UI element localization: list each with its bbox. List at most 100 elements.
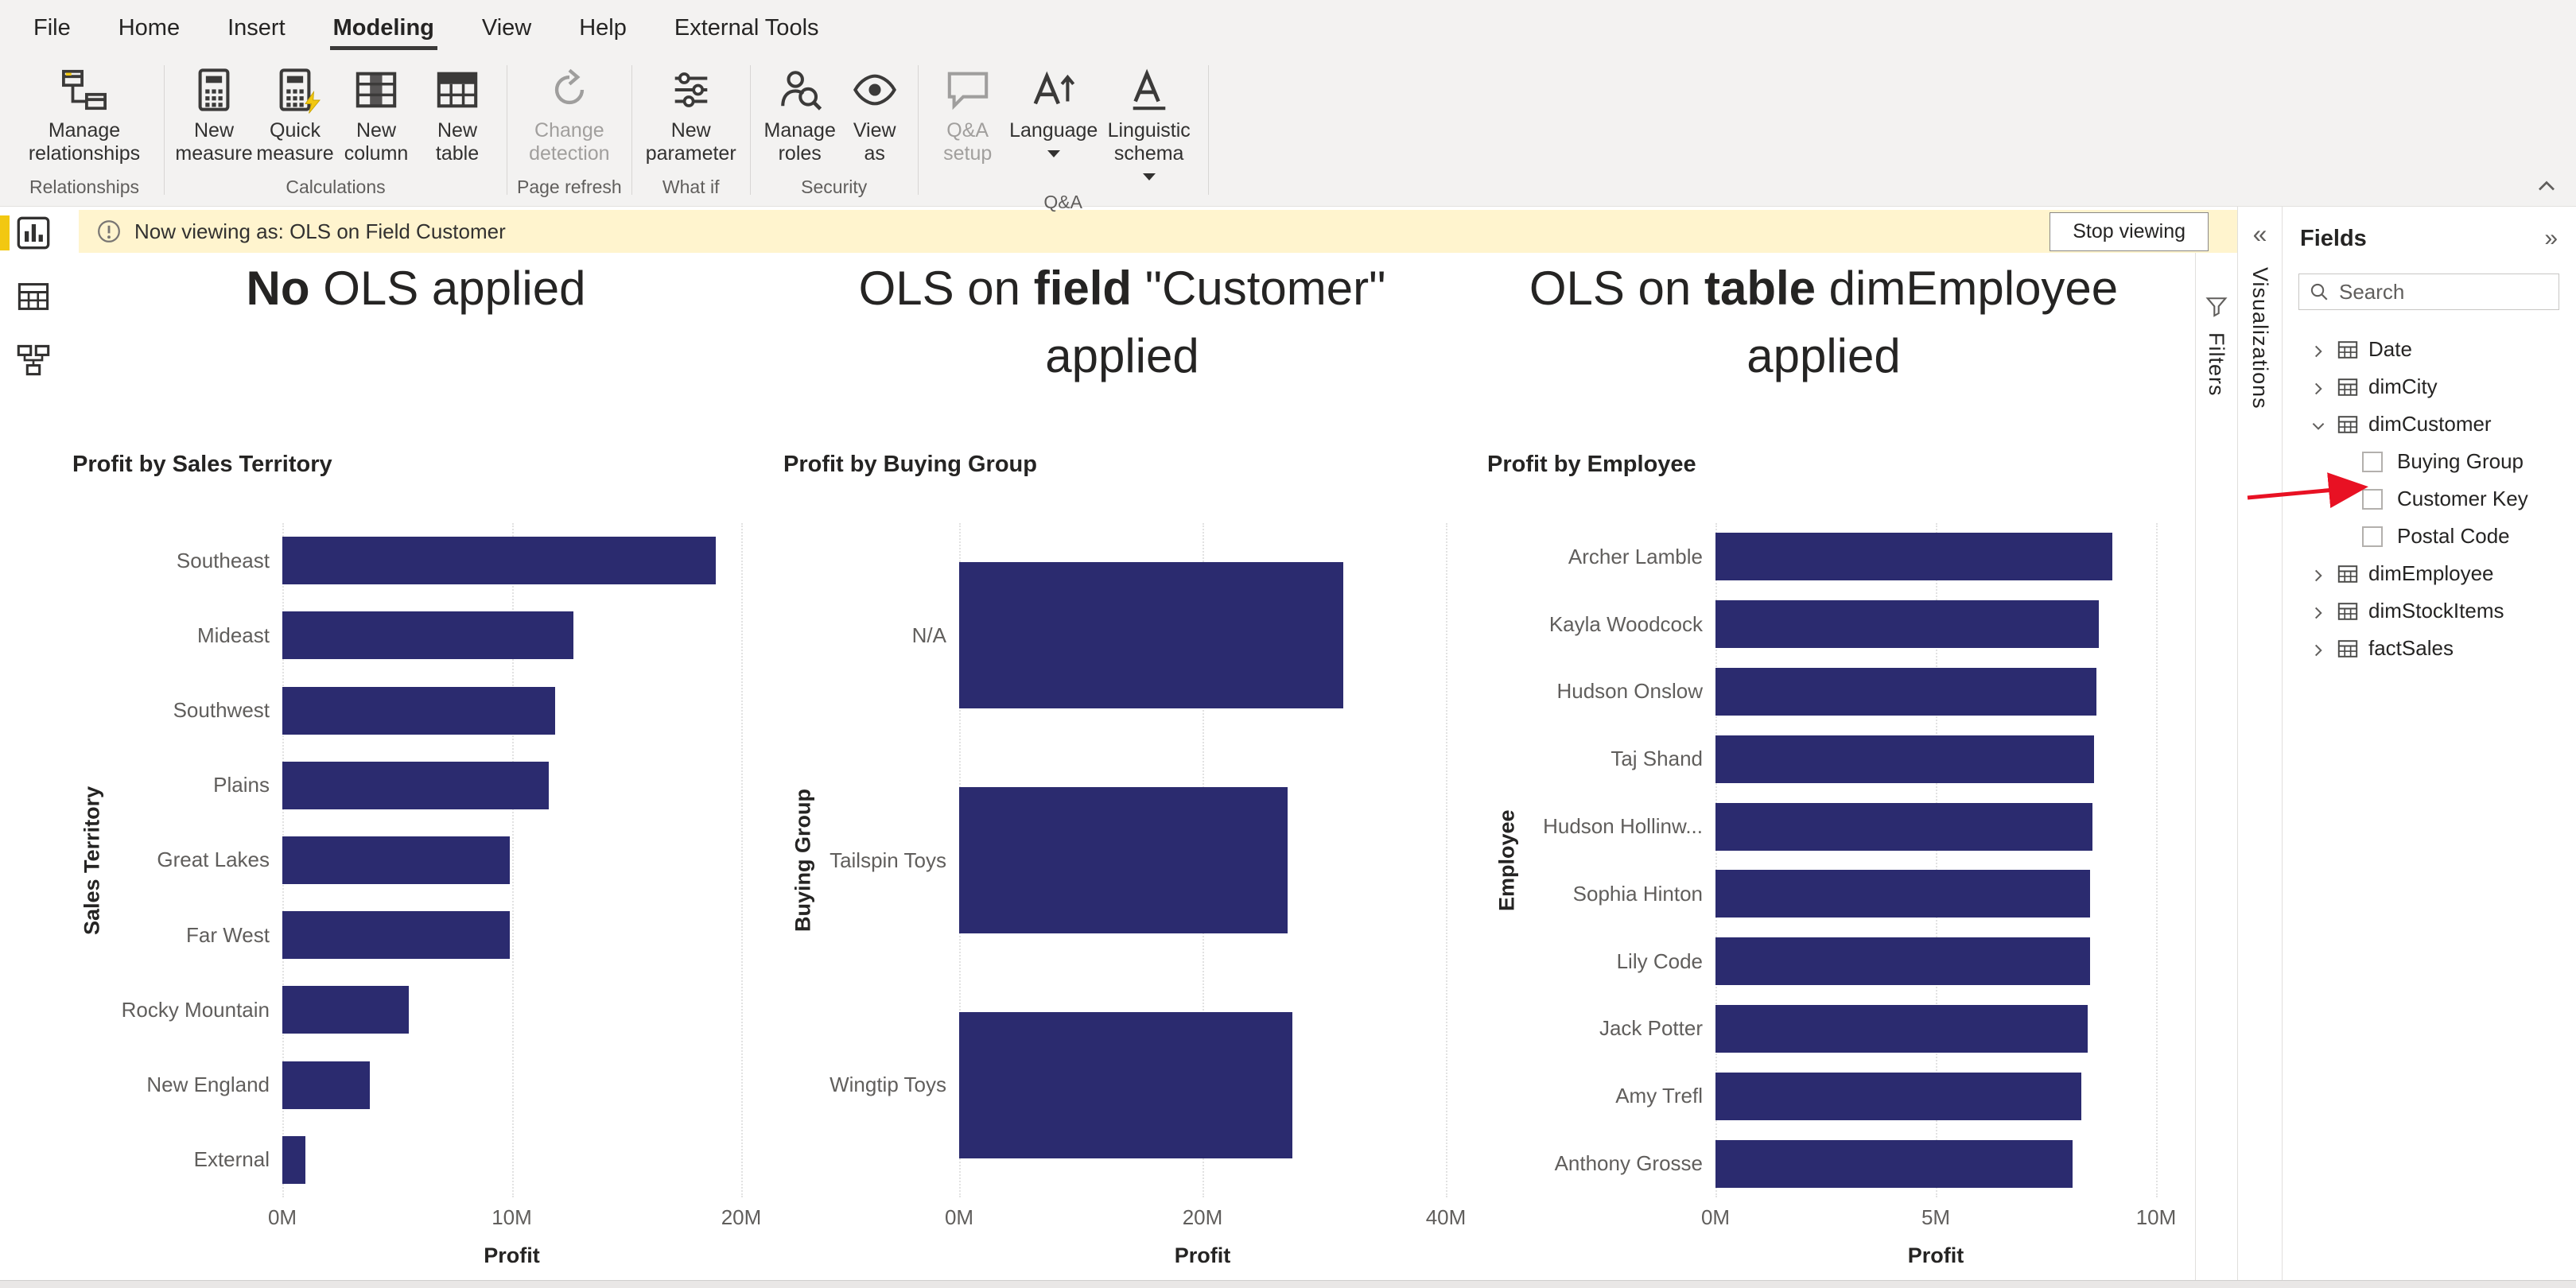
- report-view-icon[interactable]: [16, 215, 51, 250]
- field-table-dimstockitems[interactable]: dimStockItems: [2283, 592, 2575, 630]
- field-table-dimemployee[interactable]: dimEmployee: [2283, 555, 2575, 592]
- collapse-ribbon-icon[interactable]: [2535, 174, 2559, 198]
- bar-external[interactable]: [282, 1136, 305, 1184]
- bar-n-a[interactable]: [959, 562, 1343, 708]
- field-label: dimCustomer: [2368, 412, 2492, 436]
- stop-viewing-button[interactable]: Stop viewing: [2050, 212, 2209, 251]
- checkbox[interactable]: [2362, 526, 2383, 547]
- funnel-icon: [2205, 294, 2228, 318]
- bar-hudson-onslow[interactable]: [1715, 668, 2096, 716]
- bar-amy-trefl[interactable]: [1715, 1073, 2081, 1120]
- plot-row: [1715, 725, 2156, 793]
- manage-roles-icon: [777, 67, 823, 113]
- filters-pane-collapsed[interactable]: Filters: [2195, 253, 2236, 1280]
- bar-chart-profit-by-employee[interactable]: Profit by Employee Employee Archer Lambl…: [1487, 452, 2156, 1268]
- field-table-dimcity[interactable]: dimCity: [2283, 368, 2575, 405]
- x-tick-label: 0M: [268, 1205, 297, 1230]
- visualizations-pane-label: Visualizations: [2248, 267, 2272, 409]
- bar-chart-profit-by-sales-territory[interactable]: Profit by Sales Territory Sales Territor…: [72, 452, 741, 1268]
- plot-row: [1715, 1062, 2156, 1130]
- bar-plains[interactable]: [282, 762, 549, 809]
- ribbon-group-calculations: New measure Quick measure New column New…: [165, 56, 507, 206]
- field-customer-key[interactable]: Customer Key: [2283, 480, 2575, 518]
- new-measure-button[interactable]: New measure: [174, 62, 254, 170]
- menu-item-view[interactable]: View: [458, 0, 555, 56]
- new-column-button[interactable]: New column: [336, 62, 416, 170]
- bar-mideast[interactable]: [282, 611, 573, 659]
- bar-far-west[interactable]: [282, 911, 510, 959]
- bar-archer-lamble[interactable]: [1715, 533, 2112, 580]
- bar-tailspin-toys[interactable]: [959, 787, 1288, 933]
- ribbon-group-label: Calculations: [286, 170, 385, 206]
- chevron-right-icon[interactable]: [2310, 565, 2327, 583]
- view-as-button[interactable]: View as: [841, 62, 908, 170]
- fields-search[interactable]: [2298, 274, 2559, 310]
- plot-row: [1715, 860, 2156, 928]
- checkbox[interactable]: [2362, 452, 2383, 472]
- chevron-right-icon[interactable]: [2310, 603, 2327, 620]
- bar-southeast[interactable]: [282, 537, 716, 584]
- bar-rocky-mountain[interactable]: [282, 986, 409, 1034]
- language-button[interactable]: Language: [1009, 62, 1098, 162]
- field-buying-group[interactable]: Buying Group: [2283, 443, 2575, 480]
- chevron-down-icon[interactable]: [2310, 416, 2327, 433]
- chevron-right-icon[interactable]: [2310, 341, 2327, 359]
- new-table-button[interactable]: New table: [418, 62, 497, 170]
- bar-kayla-woodcock[interactable]: [1715, 600, 2099, 648]
- expand-pane-icon[interactable]: «: [2253, 221, 2267, 246]
- bar-great-lakes[interactable]: [282, 836, 510, 884]
- collapse-pane-icon[interactable]: »: [2544, 227, 2558, 250]
- field-label: dimEmployee: [2368, 561, 2494, 586]
- data-view-icon[interactable]: [16, 279, 51, 314]
- bar-taj-shand[interactable]: [1715, 735, 2094, 783]
- field-postal-code[interactable]: Postal Code: [2283, 518, 2575, 555]
- bar-anthony-grosse[interactable]: [1715, 1140, 2073, 1188]
- bar-sophia-hinton[interactable]: [1715, 870, 2090, 918]
- menu-item-insert[interactable]: Insert: [204, 0, 309, 56]
- chevron-right-icon[interactable]: [2310, 640, 2327, 658]
- bar-southwest[interactable]: [282, 687, 555, 735]
- bar-new-england[interactable]: [282, 1061, 370, 1109]
- bar-lily-code[interactable]: [1715, 937, 2090, 985]
- visualizations-pane-collapsed[interactable]: « Visualizations: [2237, 207, 2282, 1280]
- plot-row: [1715, 1130, 2156, 1197]
- field-table-date[interactable]: Date: [2283, 331, 2575, 368]
- category-label: Mideast: [112, 598, 282, 673]
- quick-measure-button[interactable]: Quick measure: [255, 62, 335, 170]
- menu-item-home[interactable]: Home: [95, 0, 204, 56]
- ribbon: Manage relationships Relationships New m…: [0, 56, 2576, 207]
- bar-jack-potter[interactable]: [1715, 1005, 2088, 1053]
- plot-row: [959, 748, 1446, 973]
- model-view-icon[interactable]: [16, 343, 51, 378]
- linguistic-schema-button[interactable]: Linguistic schema: [1100, 62, 1199, 185]
- bar-hudson-hollinw-[interactable]: [1715, 803, 2092, 851]
- plot-row: [1715, 995, 2156, 1063]
- plot-row: [282, 1123, 741, 1197]
- search-input[interactable]: [2337, 279, 2549, 305]
- x-tick-label: 0M: [1701, 1205, 1730, 1230]
- bar-chart-profit-by-buying-group[interactable]: Profit by Buying Group Buying Group N/AT…: [783, 452, 1446, 1268]
- textbox-no-ols: No OLS applied: [98, 254, 734, 322]
- category-label: Southwest: [112, 673, 282, 747]
- manage-roles-button[interactable]: Manage roles: [760, 62, 840, 170]
- field-table-factsales[interactable]: factSales: [2283, 630, 2575, 667]
- table-icon: [2337, 376, 2359, 398]
- bar-wingtip-toys[interactable]: [959, 1012, 1292, 1158]
- category-label: External: [112, 1123, 282, 1197]
- menu-item-external-tools[interactable]: External Tools: [651, 0, 843, 56]
- checkbox[interactable]: [2362, 489, 2383, 510]
- field-label: dimCity: [2368, 374, 2438, 399]
- category-label: Tailspin Toys: [823, 748, 959, 973]
- manage-relationships-button[interactable]: Manage relationships: [14, 62, 154, 170]
- field-table-dimcustomer[interactable]: dimCustomer: [2283, 405, 2575, 443]
- menu-item-help[interactable]: Help: [555, 0, 651, 56]
- menu-item-file[interactable]: File: [10, 0, 95, 56]
- plot-row: [282, 898, 741, 972]
- fields-pane: Fields » Date dimCity: [2282, 207, 2575, 1280]
- x-axis-title: Profit: [1715, 1243, 2156, 1268]
- chevron-right-icon[interactable]: [2310, 378, 2327, 396]
- new-parameter-button[interactable]: New parameter: [642, 62, 740, 170]
- banner-text: Now viewing as: OLS on Field Customer: [134, 219, 506, 244]
- menu-item-modeling[interactable]: Modeling: [309, 0, 458, 56]
- headline-part: table: [1704, 262, 1816, 315]
